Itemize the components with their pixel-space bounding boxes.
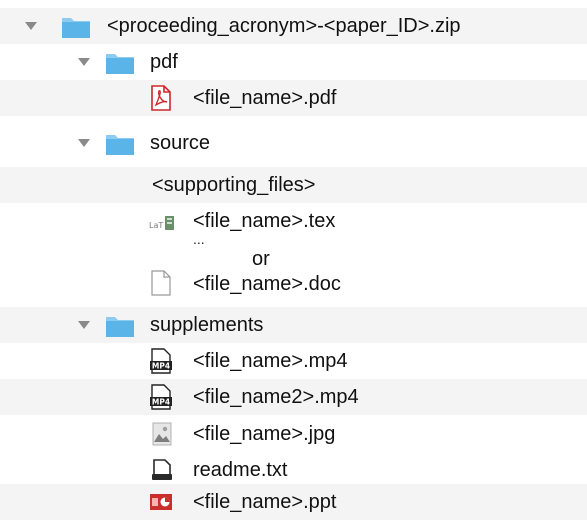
folder-icon [106, 135, 134, 155]
text-file-icon [152, 459, 172, 480]
supporting-files-label: <supporting_files> [152, 174, 316, 196]
disclosure-triangle-icon[interactable] [25, 22, 37, 30]
pdf-file-label: <file_name>.pdf [193, 87, 337, 109]
tex-file-label: <file_name>.tex [193, 210, 336, 232]
image-file-icon [152, 422, 172, 446]
disclosure-triangle-icon[interactable] [78, 321, 90, 329]
ellipsis-text: ... [193, 231, 205, 247]
disclosure-triangle-icon[interactable] [78, 139, 90, 147]
tree-row-root[interactable]: <proceeding_acronym>-<paper_ID>.zip [0, 8, 587, 44]
folder-icon [106, 317, 134, 337]
readme-file-label: readme.txt [193, 459, 288, 481]
document-icon [151, 270, 171, 296]
source-folder-label: source [150, 132, 211, 154]
svg-text:LaT: LaT [149, 221, 163, 230]
ppt-file-icon [150, 494, 172, 510]
tree-row-supporting-files[interactable]: <supporting_files> [0, 167, 587, 203]
mp4-file-icon: MP4 [150, 384, 172, 410]
tree-row-mp4-file-2[interactable]: MP4 <file_name2>.mp4 [0, 379, 587, 415]
tree-row-doc-file[interactable]: <file_name>.doc [0, 266, 587, 302]
svg-text:MP4: MP4 [152, 398, 170, 407]
disclosure-triangle-icon[interactable] [78, 58, 90, 66]
tree-row-readme[interactable]: readme.txt [0, 452, 587, 488]
supplements-folder-label: supplements [150, 314, 264, 336]
tree-row-jpg-file[interactable]: <file_name>.jpg [0, 416, 587, 452]
tree-row-supplements-folder[interactable]: supplements [0, 307, 587, 343]
svg-text:MP4: MP4 [152, 362, 170, 371]
folder-icon [62, 18, 90, 38]
root-folder-label: <proceeding_acronym>-<paper_ID>.zip [107, 15, 461, 37]
folder-icon [106, 54, 134, 74]
tex-file-icon: LaT [149, 216, 174, 230]
tree-row-pdf-folder[interactable]: pdf [0, 44, 587, 80]
tree-row-source-folder[interactable]: source [0, 125, 587, 161]
mp4-file-2-label: <file_name2>.mp4 [193, 386, 359, 408]
doc-file-label: <file_name>.doc [193, 273, 341, 295]
tree-row-ppt-file[interactable]: <file_name>.ppt [0, 484, 587, 520]
pdf-folder-label: pdf [150, 51, 178, 73]
tree-row-pdf-file[interactable]: <file_name>.pdf [0, 80, 587, 116]
mp4-file-label: <file_name>.mp4 [193, 350, 348, 372]
jpg-file-label: <file_name>.jpg [193, 423, 336, 445]
mp4-file-icon: MP4 [150, 348, 172, 374]
pdf-file-icon [151, 85, 171, 111]
tree-row-tex-file[interactable]: LaT <file_name>.tex [0, 203, 587, 239]
ppt-file-label: <file_name>.ppt [193, 491, 337, 513]
tree-row-mp4-file[interactable]: MP4 <file_name>.mp4 [0, 343, 587, 379]
